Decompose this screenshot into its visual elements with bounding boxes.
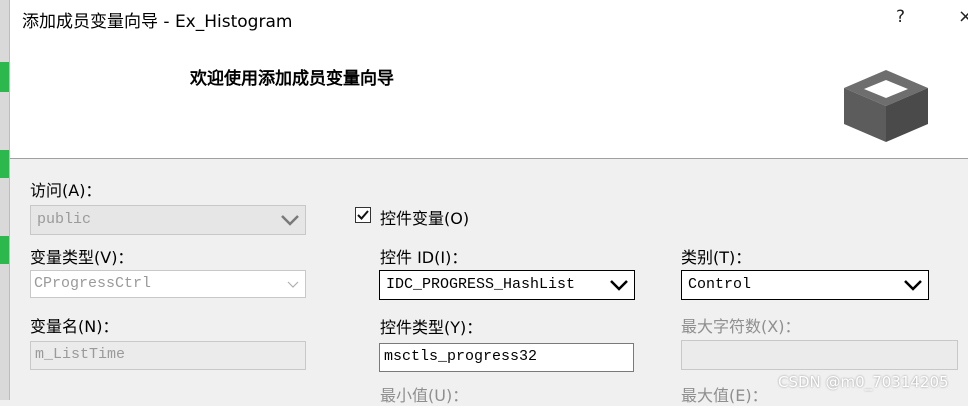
variable-type-combo[interactable]: CProgressCtrl [30,270,306,298]
control-id-value: IDC_PROGRESS_HashList [386,276,576,293]
variable-name-label: 变量名(N)： [30,317,119,336]
category-dropdown[interactable]: Control [681,270,929,300]
background-marker [0,62,9,92]
chevron-down-icon [610,280,628,291]
title-bar: 添加成员变量向导 - Ex_Histogram ? × [10,0,968,36]
box-icon [844,70,928,142]
checkmark-icon [357,210,369,220]
background-marker [0,150,9,178]
access-label: 访问(A)： [30,181,102,200]
wizard-heading: 欢迎使用添加成员变量向导 [190,69,394,89]
max-value-label: 最大值(E)： [681,386,768,405]
access-value: public [37,211,92,228]
close-button[interactable]: × [958,6,968,27]
help-button[interactable]: ? [896,7,905,27]
control-variable-checkbox[interactable] [355,207,371,223]
variable-type-value: CProgressCtrl [34,275,152,292]
category-value: Control [688,276,752,293]
control-type-field[interactable]: msctls_progress32 [379,343,634,372]
window-title: 添加成员变量向导 - Ex_Histogram [22,12,293,32]
variable-type-label: 变量类型(V)： [30,248,134,267]
min-value-label: 最小值(U)： [380,386,469,405]
chevron-down-icon [287,281,299,288]
chevron-down-icon [281,215,299,226]
chevron-down-icon [904,280,922,291]
background-window-strip [0,0,10,400]
variable-name-field[interactable]: m_ListTime [30,341,306,370]
control-type-label: 控件类型(Y)： [380,318,483,337]
access-dropdown[interactable]: public [30,205,306,235]
watermark: CSDN @m0_70314205 [778,373,949,391]
control-id-dropdown[interactable]: IDC_PROGRESS_HashList [379,270,635,300]
background-marker [0,236,9,264]
wizard-header: 欢迎使用添加成员变量向导 [10,36,968,159]
category-label: 类别(T)： [681,248,752,267]
control-variable-label: 控件变量(O) [380,209,470,228]
max-chars-field[interactable] [681,340,958,370]
max-chars-label: 最大字符数(X)： [681,317,801,336]
control-id-label: 控件 ID(I)： [380,248,468,267]
